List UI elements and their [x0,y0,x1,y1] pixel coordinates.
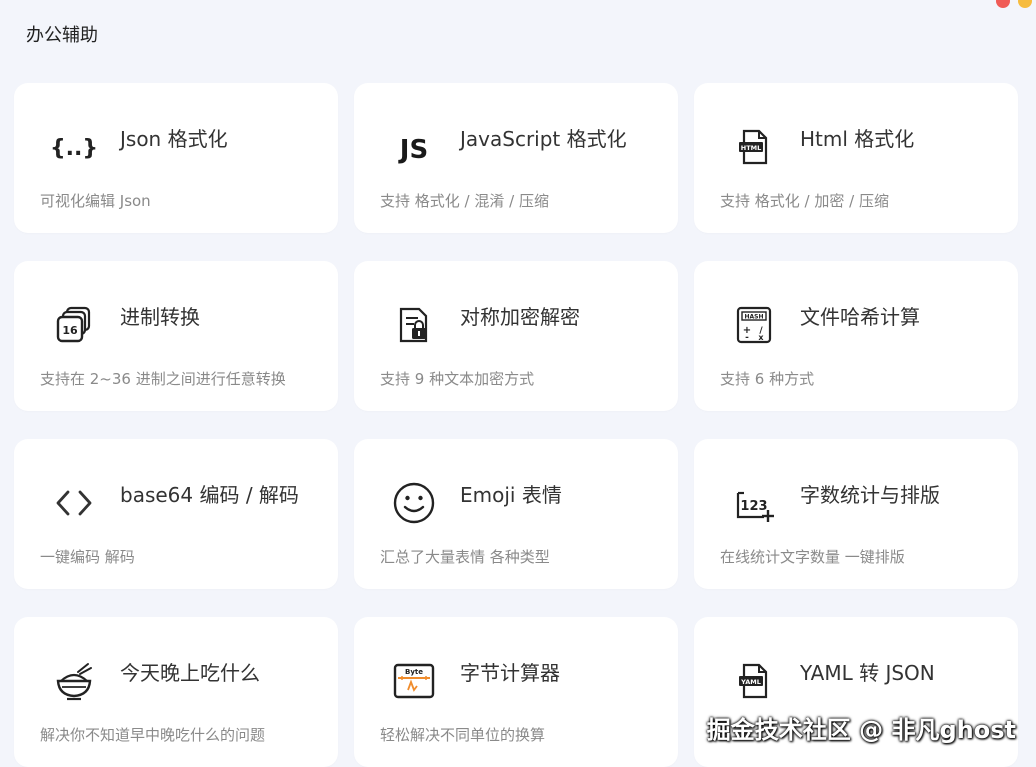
close-window-button[interactable] [996,0,1010,8]
card-description: 可视化编辑 Json [40,192,151,210]
code-brackets-icon [52,481,96,525]
card-title: base64 编码 / 解码 [120,483,299,507]
card-title: 字节计算器 [460,661,560,685]
lock-document-icon [392,303,436,347]
card-title: JavaScript 格式化 [460,127,627,151]
svg-text:{..}: {..} [52,136,96,161]
svg-text:HTML: HTML [741,144,761,152]
card-description: 支持在 2~36 进制之间进行任意转换 [40,370,286,388]
svg-text:-: - [745,333,749,343]
svg-text:JS: JS [398,135,428,165]
card-title: 今天晚上吃什么 [120,661,260,685]
number-base-icon: 16 [52,303,96,347]
page-title: 办公辅助 [26,25,98,46]
minimize-window-button[interactable] [1018,0,1032,8]
yaml-file-icon: YAML [732,659,776,703]
card-description: 支持 格式化 / 混淆 / 压缩 [380,192,549,210]
svg-text:x: x [758,333,764,342]
tool-card-html-formatter[interactable]: HTML Html 格式化 支持 格式化 / 加密 / 压缩 [694,83,1018,233]
tool-card-javascript-formatter[interactable]: JS JavaScript 格式化 支持 格式化 / 混淆 / 压缩 [354,83,678,233]
svg-text:Byte: Byte [405,668,423,676]
watermark: 掘金技术社区 @ 非凡ghost [706,716,1016,744]
svg-text:123: 123 [740,499,767,514]
javascript-icon: JS [392,125,436,169]
svg-text:16: 16 [62,324,78,337]
tool-card-byte-calculator[interactable]: Byte 字节计算器 轻松解决不同单位的换算 [354,617,678,767]
card-title: Html 格式化 [800,127,915,151]
card-description: 支持 格式化 / 加密 / 压缩 [720,192,889,210]
byte-calculator-icon: Byte [392,659,436,703]
tool-card-json-formatter[interactable]: {..} Json 格式化 可视化编辑 Json [14,83,338,233]
card-description: 解决你不知道早中晚吃什么的问题 [40,726,266,744]
svg-text:YAML: YAML [740,678,761,686]
card-description: 汇总了大量表情 各种类型 [380,548,550,566]
tool-card-word-count[interactable]: 123 字数统计与排版 在线统计文字数量 一键排版 [694,439,1018,589]
tool-card-file-hash[interactable]: HASH + / - x 文件哈希计算 支持 6 种方式 [694,261,1018,411]
hash-calculator-icon: HASH + / - x [732,303,776,347]
word-count-icon: 123 [732,481,776,525]
html-file-icon: HTML [732,125,776,169]
card-title: Json 格式化 [120,127,228,151]
json-braces-icon: {..} [52,125,96,169]
card-title: 文件哈希计算 [800,305,920,329]
tool-card-dinner-picker[interactable]: 今天晚上吃什么 解决你不知道早中晚吃什么的问题 [14,617,338,767]
card-description: 一键编码 解码 [40,548,135,566]
card-title: YAML 转 JSON [800,661,935,685]
rice-bowl-icon [52,659,96,703]
card-title: 字数统计与排版 [800,483,940,507]
card-description: 在线统计文字数量 一键排版 [720,548,905,566]
svg-text:HASH: HASH [744,314,763,321]
card-title: Emoji 表情 [460,483,562,507]
smiley-face-icon [392,481,436,525]
tool-grid: {..} Json 格式化 可视化编辑 Json JS JavaScript 格… [14,83,1018,767]
tool-card-base-conversion[interactable]: 16 进制转换 支持在 2~36 进制之间进行任意转换 [14,261,338,411]
card-description: 轻松解决不同单位的换算 [380,726,546,744]
card-description: 支持 9 种文本加密方式 [380,370,535,388]
tool-card-emoji[interactable]: Emoji 表情 汇总了大量表情 各种类型 [354,439,678,589]
tool-card-base64[interactable]: base64 编码 / 解码 一键编码 解码 [14,439,338,589]
card-description: 支持 6 种方式 [720,370,815,388]
card-title: 对称加密解密 [460,305,580,329]
card-title: 进制转换 [120,305,200,329]
tool-card-symmetric-encryption[interactable]: 对称加密解密 支持 9 种文本加密方式 [354,261,678,411]
window-controls [996,0,1032,8]
